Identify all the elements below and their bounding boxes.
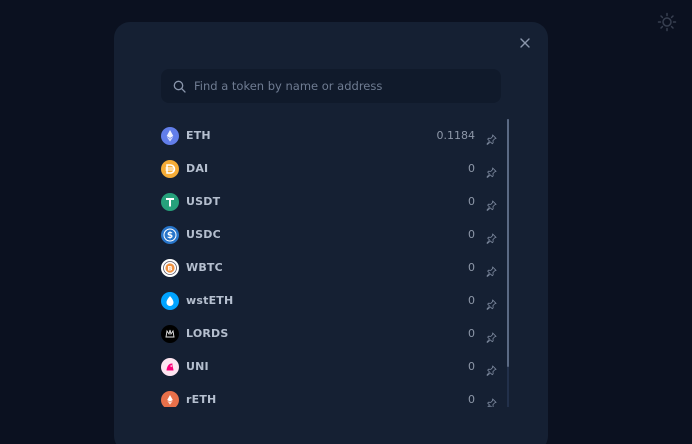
- token-row-usdt[interactable]: USDT 0: [161, 185, 503, 218]
- token-symbol: WBTC: [186, 261, 223, 274]
- token-balance: 0: [468, 162, 475, 175]
- token-balance: 0.1184: [436, 129, 476, 142]
- wbtc-icon: B: [161, 258, 179, 277]
- scrollbar-track[interactable]: [507, 119, 509, 407]
- token-row-reth[interactable]: rETH 0: [161, 383, 503, 407]
- token-balance: 0: [468, 261, 475, 274]
- reth-icon: [161, 390, 179, 407]
- pin-icon[interactable]: [486, 262, 497, 277]
- pin-icon[interactable]: [486, 295, 497, 310]
- usdt-icon: [161, 192, 179, 211]
- token-balance: 0: [468, 327, 475, 340]
- token-symbol: LORDS: [186, 327, 229, 340]
- token-symbol: USDT: [186, 195, 221, 208]
- token-row-dai[interactable]: DAI 0: [161, 152, 503, 185]
- sun-icon[interactable]: [657, 12, 677, 32]
- svg-text:$: $: [167, 231, 173, 241]
- token-symbol: DAI: [186, 162, 209, 175]
- pin-icon[interactable]: [486, 361, 497, 376]
- scrollbar-thumb[interactable]: [507, 119, 509, 367]
- token-row-wsteth[interactable]: wstETH 0: [161, 284, 503, 317]
- token-symbol: ETH: [186, 129, 211, 142]
- token-balance: 0: [468, 360, 475, 373]
- token-balance: 0: [468, 294, 475, 307]
- pin-icon[interactable]: [486, 229, 497, 244]
- token-symbol: wstETH: [186, 294, 234, 307]
- lords-icon: [161, 324, 179, 343]
- token-symbol: rETH: [186, 393, 217, 406]
- token-balance: 0: [468, 195, 475, 208]
- token-balance: 0: [468, 228, 475, 241]
- token-list: ETH 0.1184 DAI 0 USDT 0 $ USDC 0 B WBTC 0 wstETH 0 LOR…: [161, 119, 511, 407]
- pin-icon[interactable]: [486, 163, 497, 178]
- token-row-uni[interactable]: UNI 0: [161, 350, 503, 383]
- close-icon[interactable]: [518, 36, 532, 50]
- uni-icon: [161, 357, 179, 376]
- pin-icon[interactable]: [486, 328, 497, 343]
- pin-icon[interactable]: [486, 394, 497, 407]
- search-icon: [173, 80, 186, 93]
- token-row-lords[interactable]: LORDS 0: [161, 317, 503, 350]
- token-select-modal: ETH0.1184DAI0USDT0$USDC0BWBTC0wstETH0LOR…: [114, 22, 548, 444]
- pin-icon[interactable]: [486, 196, 497, 211]
- eth-icon: [161, 126, 179, 145]
- search-input[interactable]: [194, 69, 501, 103]
- search-box: [161, 69, 501, 103]
- token-symbol: USDC: [186, 228, 221, 241]
- token-symbol: UNI: [186, 360, 209, 373]
- token-list-container[interactable]: ETH 0.1184 DAI 0 USDT 0 $ USDC 0 B WBTC 0 wstETH 0 LOR…: [161, 119, 511, 407]
- dai-icon: [161, 159, 179, 178]
- wsteth-icon: [161, 291, 179, 310]
- usdc-icon: $: [161, 225, 179, 244]
- token-row-wbtc[interactable]: B WBTC 0: [161, 251, 503, 284]
- token-row-usdc[interactable]: $ USDC 0: [161, 218, 503, 251]
- pin-icon[interactable]: [486, 130, 497, 145]
- svg-text:B: B: [168, 264, 173, 272]
- token-row-eth[interactable]: ETH 0.1184: [161, 119, 503, 152]
- token-balance: 0: [468, 393, 475, 406]
